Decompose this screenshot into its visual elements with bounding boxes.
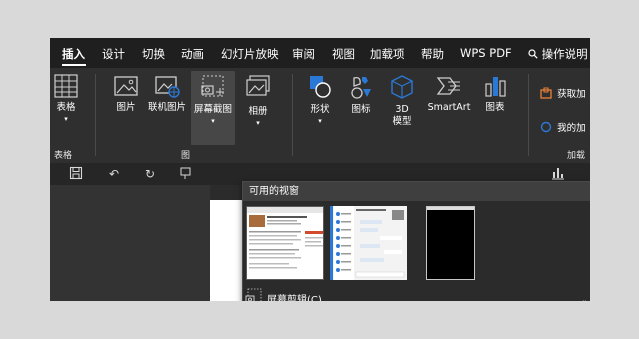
group-label-tables: 表格 [54, 151, 73, 161]
group-separator [528, 74, 529, 156]
smartart-icon [436, 77, 460, 95]
icons-label: 图标 [351, 104, 371, 115]
group-separator [292, 74, 293, 156]
window-thumbnail-chat[interactable] [330, 206, 407, 280]
screenshot-icon [201, 75, 224, 97]
photo-album-label: 相册 [248, 106, 268, 117]
start-slideshow-icon[interactable] [178, 166, 194, 182]
shapes-icon [310, 76, 331, 98]
screenshot-dropdown: 可用的视窗 屏幕剪辑(C) [242, 181, 590, 301]
screenshot-label: 屏幕截图 [193, 104, 232, 115]
store-icon [540, 87, 552, 99]
bar-chart-icon [485, 77, 506, 97]
tab-animations[interactable]: 动画 [181, 46, 204, 62]
online-image-button[interactable]: 联机图片 [147, 74, 187, 144]
shapes-button[interactable]: 形状 ▾ [304, 74, 336, 144]
chart-button[interactable]: 图表 [482, 74, 508, 144]
screen-clipping-label: 屏幕剪辑(C) [267, 295, 322, 301]
my-addins-button[interactable]: 我的加 [540, 116, 586, 134]
active-tab-indicator [62, 64, 86, 66]
chevron-down-icon: ▾ [318, 117, 322, 125]
black-window-thumbnail-image [427, 207, 474, 279]
resize-grip-icon[interactable]: ⠿ [582, 300, 587, 301]
chevron-down-icon: ▾ [256, 119, 260, 127]
image-label: 图片 [116, 102, 136, 113]
ribbon-tab-bar: 插入 设计 切换 动画 幻灯片放映 审阅 视图 加载项 帮助 WPS PDF 操… [50, 38, 590, 68]
image-icon [114, 76, 138, 96]
image-button[interactable]: 图片 [110, 74, 142, 144]
smartart-button[interactable]: SmartArt [425, 74, 473, 144]
get-addins-button[interactable]: 获取加 [540, 82, 586, 100]
table-icon [54, 74, 78, 98]
save-icon[interactable] [68, 166, 84, 182]
group-label-addins: 加载 [567, 151, 586, 161]
shapes-label: 形状 [310, 104, 330, 115]
get-addins-label: 获取加 [557, 89, 586, 100]
3d-model-button[interactable]: 3D 模型 [388, 74, 416, 144]
addins-icon [540, 121, 552, 133]
online-image-label: 联机图片 [147, 102, 186, 113]
3d-cube-icon [391, 75, 413, 99]
tab-transitions[interactable]: 切换 [142, 46, 165, 62]
tab-wps-pdf[interactable]: WPS PDF [460, 46, 512, 60]
tell-me-search[interactable]: 操作说明 [528, 46, 588, 62]
tab-help[interactable]: 帮助 [421, 46, 444, 62]
undo-icon[interactable]: ↶ [106, 166, 122, 182]
smartart-label: SmartArt [427, 102, 471, 113]
window-thumbnail-black[interactable] [426, 206, 475, 280]
group-label-images: 图 [181, 151, 191, 161]
tab-view[interactable]: 视图 [332, 46, 355, 62]
tab-addins[interactable]: 加载项 [370, 46, 405, 62]
window-thumbnail-document[interactable] [246, 206, 324, 280]
my-addins-label: 我的加 [557, 123, 586, 134]
slide-thumbnail-pane [50, 185, 210, 301]
tab-review[interactable]: 审阅 [292, 46, 315, 62]
3d-model-label: 3D 模型 [392, 104, 412, 127]
online-image-icon [155, 76, 180, 98]
chevron-down-icon: ▾ [64, 115, 68, 123]
chat-thumbnail-image [330, 206, 407, 280]
search-icon [528, 49, 538, 59]
tab-design[interactable]: 设计 [102, 46, 125, 62]
chart-label: 图表 [485, 102, 505, 113]
screen-clipping-icon [245, 288, 262, 301]
icons-icon [351, 76, 371, 99]
screenshot-button[interactable]: 屏幕截图 ▾ [191, 71, 235, 145]
screenshot-frame: 插入 设计 切换 动画 幻灯片放映 审阅 视图 加载项 帮助 WPS PDF 操… [0, 0, 639, 339]
screen-clipping-item[interactable]: 屏幕剪辑(C) [243, 286, 590, 301]
table-label: 表格 [56, 102, 76, 113]
table-button[interactable]: 表格 ▾ [52, 74, 80, 144]
tab-slideshow[interactable]: 幻灯片放映 [221, 46, 279, 62]
powerpoint-window: 插入 设计 切换 动画 幻灯片放映 审阅 视图 加载项 帮助 WPS PDF 操… [50, 38, 590, 301]
photo-album-icon [246, 75, 270, 96]
tell-me-label: 操作说明 [541, 47, 588, 61]
chevron-down-icon: ▾ [211, 117, 215, 125]
group-separator [95, 74, 96, 156]
tab-insert[interactable]: 插入 [62, 46, 85, 62]
photo-album-button[interactable]: 相册 ▾ [242, 74, 274, 144]
redo-icon[interactable]: ↻ [142, 166, 158, 182]
ribbon-insert: 表格 ▾ 表格 图片 联机图片 屏幕截图 ▾ 相册 ▾ 图 形状 ▾ 图标 3D… [50, 68, 590, 163]
document-thumbnail-image [247, 207, 323, 269]
available-windows-header: 可用的视窗 [243, 182, 590, 201]
icons-button[interactable]: 图标 [345, 74, 377, 144]
chart-quick-icon[interactable] [550, 166, 566, 182]
